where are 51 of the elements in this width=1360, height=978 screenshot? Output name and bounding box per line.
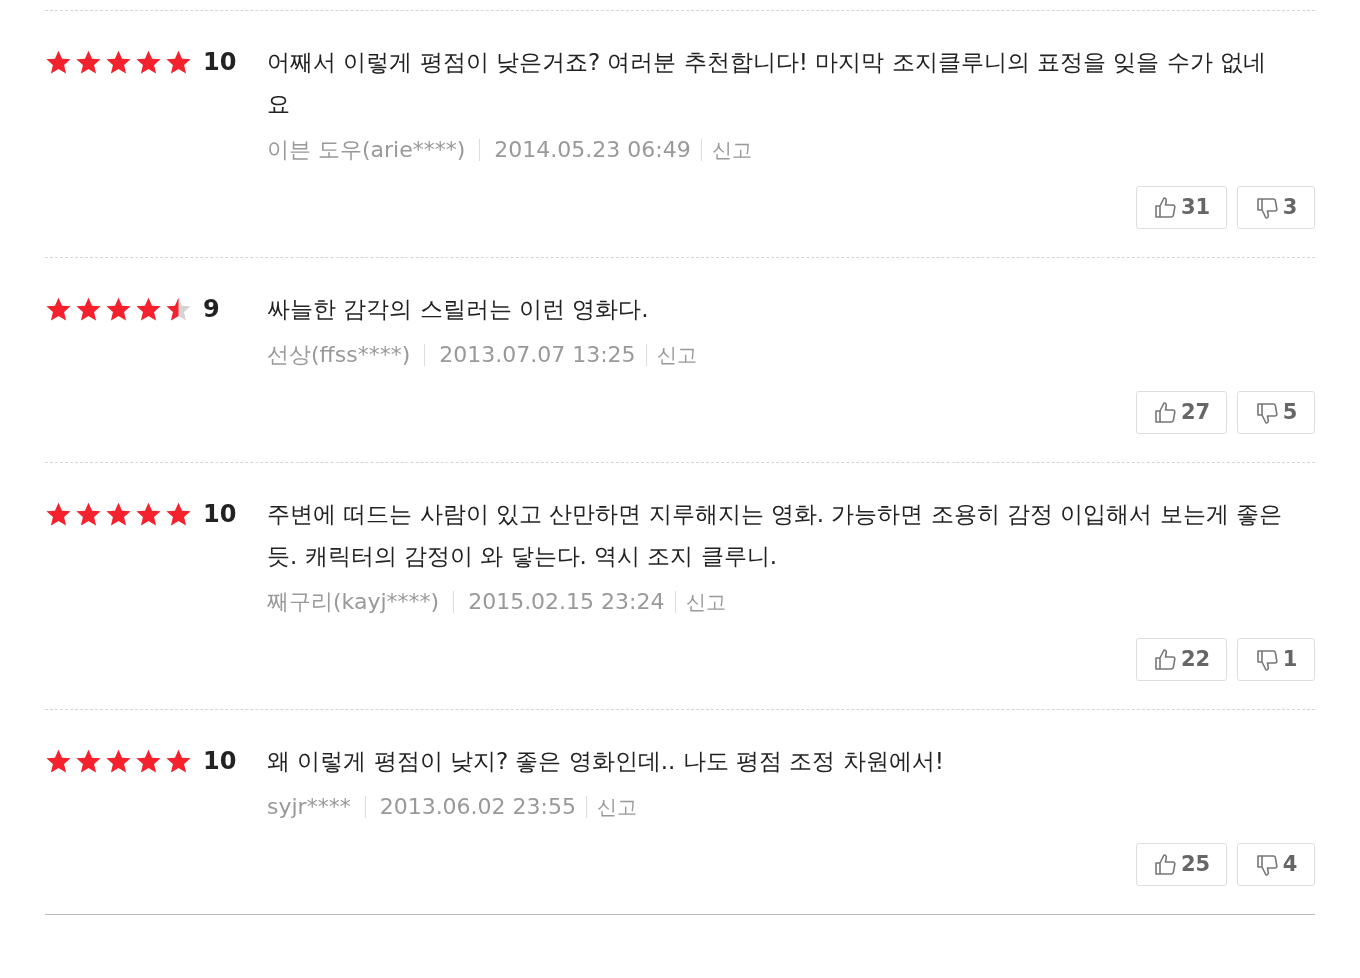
star-icon	[135, 48, 162, 76]
star-icon	[75, 500, 102, 528]
like-button[interactable]: 25	[1136, 843, 1227, 886]
star-icon	[105, 747, 132, 775]
star-icon	[45, 48, 72, 76]
thumbs-up-icon	[1152, 195, 1177, 220]
rating-score: 10	[203, 47, 237, 78]
author-name: 선상(ffss****)	[267, 341, 411, 369]
dislike-button[interactable]: 3	[1237, 186, 1315, 229]
review-date: 2015.02.15 23:24	[468, 588, 665, 616]
star-icon	[165, 48, 192, 76]
review-date: 2013.06.02 23:55	[379, 793, 576, 821]
thumbs-down-icon	[1254, 852, 1279, 877]
star-icon	[75, 747, 102, 775]
star-icon	[165, 747, 192, 775]
author-name: syjr****	[267, 793, 351, 821]
star-icon	[105, 500, 132, 528]
like-button[interactable]: 27	[1136, 391, 1227, 434]
star-icon	[75, 48, 102, 76]
star-icon	[45, 500, 72, 528]
review-text: 싸늘한 감각의 스릴러는 이런 영화다.	[267, 295, 650, 324]
star-icon	[135, 295, 162, 323]
star-icon	[165, 500, 192, 528]
thumbs-up-icon	[1152, 647, 1177, 672]
review-text: 주변에 떠드는 사람이 있고 산만하면 지루해지는 영화. 가능하면 조용히 감정 이입해서 보는게 좋은듯. 캐릭터의 감정이 와 닿는다. 역시 조지 클루니.	[267, 500, 1284, 571]
star-icon	[135, 500, 162, 528]
review-date: 2013.07.07 13:25	[439, 341, 636, 369]
thumbs-up-icon	[1152, 852, 1177, 877]
like-button[interactable]: 22	[1136, 638, 1227, 681]
star-icon	[135, 747, 162, 775]
dislike-button[interactable]: 1	[1237, 638, 1315, 681]
review-text: 어째서 이렇게 평점이 낮은거죠? 여러분 추천합니다! 마지막 조지클루니의 표정을 잊을 수가 없네요	[267, 48, 1267, 119]
author-name: 이븐 도우(arie****)	[267, 136, 466, 164]
star-icon	[105, 295, 132, 323]
author-name: 째구리(kayj****)	[267, 588, 440, 616]
rating-score: 10	[203, 499, 237, 530]
dislike-button[interactable]: 5	[1237, 391, 1315, 434]
review-text: 왜 이렇게 평점이 낮지? 좋은 영화인데.. 나도 평점 조정 차원에서!	[267, 747, 945, 776]
thumbs-down-icon	[1254, 647, 1279, 672]
review-date: 2014.05.23 06:49	[494, 136, 691, 164]
star-icon	[105, 48, 132, 76]
dislike-button[interactable]: 4	[1237, 843, 1315, 886]
star-icon	[75, 295, 102, 323]
like-button[interactable]: 31	[1136, 186, 1227, 229]
rating-score: 10	[203, 746, 237, 777]
star-icon	[45, 747, 72, 775]
thumbs-down-icon	[1254, 400, 1279, 425]
star-icon	[45, 295, 72, 323]
rating-score: 9	[203, 294, 220, 325]
thumbs-down-icon	[1254, 195, 1279, 220]
thumbs-up-icon	[1152, 400, 1177, 425]
